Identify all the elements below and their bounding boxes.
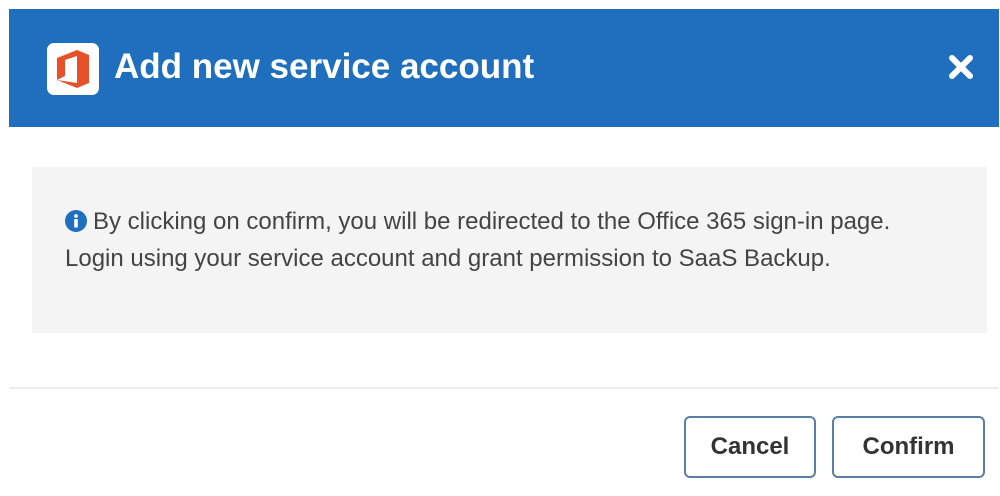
dialog-header: Add new service account bbox=[9, 9, 999, 127]
office-365-icon bbox=[47, 43, 99, 95]
close-icon bbox=[948, 54, 974, 85]
info-panel: By clicking on confirm, you will be redi… bbox=[32, 167, 987, 333]
add-service-account-dialog: Add new service account By clicking on c… bbox=[0, 0, 1000, 496]
footer-divider bbox=[9, 387, 999, 389]
cancel-button[interactable]: Cancel bbox=[684, 416, 816, 478]
confirm-button[interactable]: Confirm bbox=[832, 416, 985, 478]
info-circle-icon bbox=[65, 206, 87, 232]
info-message-text: By clicking on confirm, you will be redi… bbox=[65, 208, 891, 272]
info-message: By clicking on confirm, you will be redi… bbox=[65, 203, 937, 277]
close-button[interactable] bbox=[939, 47, 983, 91]
dialog-title: Add new service account bbox=[114, 47, 535, 86]
